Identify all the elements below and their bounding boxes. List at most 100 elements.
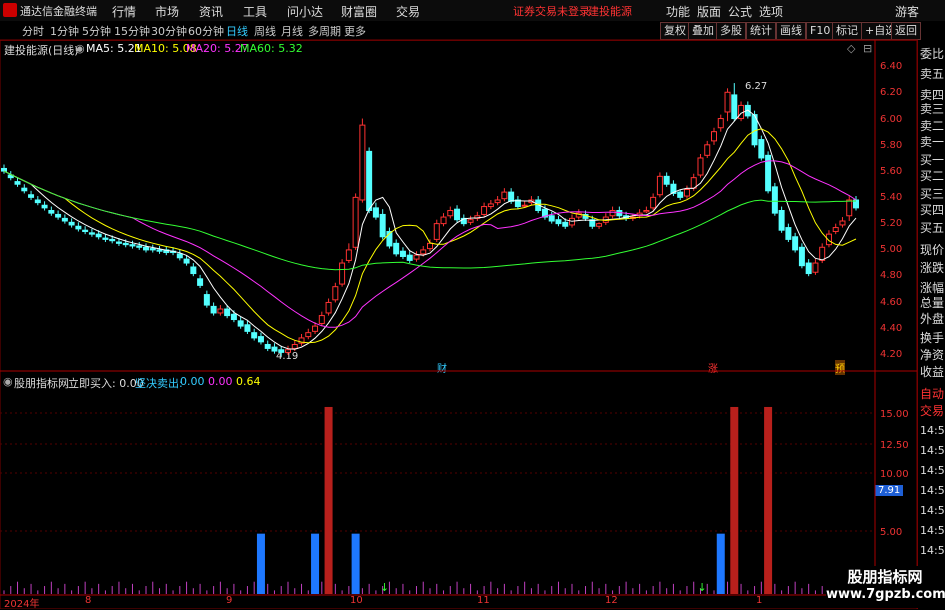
candle-body <box>61 217 68 222</box>
candle-body <box>846 199 853 217</box>
quote-field[interactable]: 买四 <box>920 201 944 218</box>
candle-body <box>332 286 339 301</box>
candle-body <box>271 346 278 352</box>
quote-field[interactable]: 卖一 <box>920 133 944 150</box>
ma10-line <box>3 128 857 344</box>
candle-body <box>832 227 839 233</box>
candle-body <box>724 91 731 113</box>
candle-body <box>312 325 319 332</box>
candle-body <box>447 210 454 217</box>
candle-body <box>427 242 433 250</box>
candle-body <box>109 238 116 242</box>
trade-time: 14:56 <box>920 464 945 477</box>
candle-body <box>102 237 109 240</box>
candle-body <box>508 191 515 202</box>
quote-field[interactable]: 买二 <box>920 167 944 184</box>
quote-field[interactable]: 总量 <box>920 294 944 311</box>
signal-bar <box>311 533 320 594</box>
candle-body <box>149 248 156 251</box>
ma5-line <box>3 109 857 350</box>
trade-time: 14:56 <box>920 424 945 437</box>
candle-body <box>379 213 386 238</box>
candle-body <box>501 191 508 200</box>
candle-body <box>521 204 528 207</box>
signal-bar <box>351 533 360 594</box>
candle-body <box>88 232 95 235</box>
quote-field[interactable]: 买五 <box>920 219 944 236</box>
quote-field[interactable]: 买一 <box>920 151 944 168</box>
candle-body <box>798 246 805 267</box>
candle-body <box>656 175 663 196</box>
quote-field[interactable]: 委比 <box>920 45 944 62</box>
watermark-title: 股朋指标网 <box>847 568 923 586</box>
candle-body <box>697 157 704 176</box>
candle-body <box>785 227 792 240</box>
quote-field[interactable]: 卖三 <box>920 100 944 117</box>
candle-body <box>278 349 285 353</box>
candle-body <box>494 199 501 204</box>
quote-field[interactable]: 卖五 <box>920 65 944 82</box>
candle-body <box>413 254 420 260</box>
quote-field[interactable]: 外盘 <box>920 310 944 327</box>
candle-body <box>136 245 143 248</box>
quote-field[interactable]: 涨跌 <box>920 259 944 276</box>
quote-field[interactable]: 换手 <box>920 329 944 346</box>
candle-body <box>399 250 406 257</box>
candle-body <box>717 118 724 129</box>
candle-body <box>643 210 650 213</box>
candle-body <box>285 349 291 353</box>
kline-chart[interactable]: ↓ ↓ <box>0 0 945 609</box>
candle-body <box>609 210 616 217</box>
candle-body <box>244 324 251 332</box>
candle-body <box>122 242 129 246</box>
candle-body <box>197 278 204 286</box>
trade-time: 14:56 <box>920 524 945 537</box>
candle-body <box>48 210 55 214</box>
candle-body <box>812 262 819 273</box>
candle-body <box>650 196 657 209</box>
candle-body <box>393 242 400 255</box>
ma60-line <box>3 170 857 271</box>
candle-body <box>778 210 785 231</box>
candle-body <box>237 320 244 327</box>
buy-arrow-icon: ↓ <box>380 581 389 594</box>
candle-body <box>420 249 427 255</box>
candle-body <box>203 294 210 306</box>
quote-field[interactable]: 卖二 <box>920 117 944 134</box>
candle-body <box>839 220 846 226</box>
signal-bar <box>324 406 333 594</box>
quote-field[interactable]: 净资 <box>920 346 944 363</box>
candle-body <box>34 199 41 204</box>
candle-body <box>41 204 48 209</box>
candle-body <box>325 301 332 314</box>
candle-body <box>792 236 799 251</box>
trade-time: 14:56 <box>920 504 945 517</box>
candle-body <box>677 191 684 198</box>
quote-field[interactable]: 现价 <box>920 241 944 258</box>
quote-field[interactable]: 买三 <box>920 185 944 202</box>
candle-body <box>771 186 778 214</box>
quote-field[interactable]: 收益 <box>920 363 944 380</box>
candle-body <box>683 188 690 197</box>
candle-body <box>359 124 366 201</box>
candle-body <box>190 266 197 275</box>
candle-body <box>1 167 7 172</box>
candle-body <box>711 131 717 142</box>
candle-body <box>305 332 312 338</box>
quote-field[interactable]: 自动 <box>920 385 944 402</box>
candle-body <box>440 216 447 225</box>
candle-body <box>68 221 75 226</box>
candle-body <box>291 343 298 349</box>
trade-time: 14:56 <box>920 444 945 457</box>
candle-body <box>95 233 102 238</box>
quote-field[interactable]: 交易 <box>920 402 944 419</box>
candle-body <box>14 181 21 185</box>
candle-body <box>21 187 28 192</box>
candle-body <box>467 219 474 223</box>
candle-body <box>55 213 62 218</box>
candle-body <box>758 139 765 159</box>
candle-body <box>339 262 346 285</box>
candle-body <box>143 246 149 251</box>
candle-body <box>555 219 562 225</box>
signal-bar <box>716 533 725 594</box>
